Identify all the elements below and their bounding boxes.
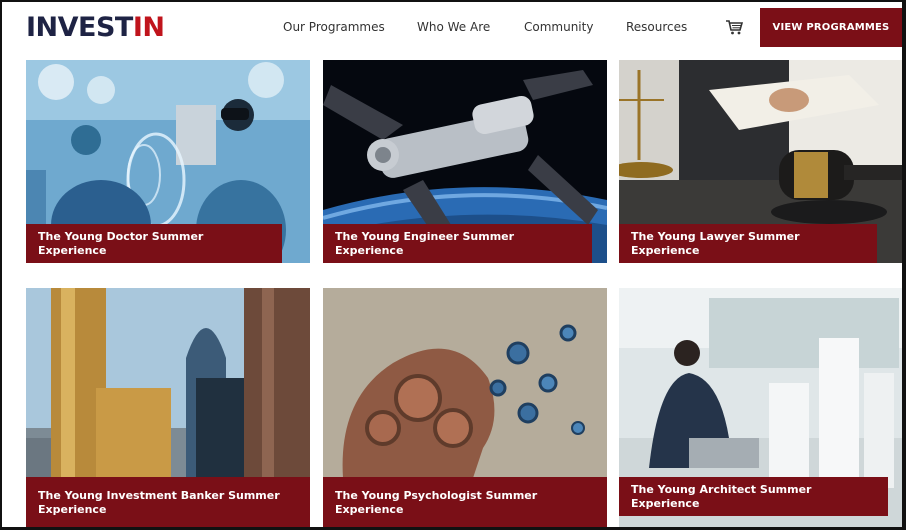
programme-title-engineer: The Young Engineer Summer Experience — [323, 224, 592, 263]
programme-card-lawyer[interactable]: The Young Lawyer Summer Experience — [619, 60, 902, 263]
logo-main-text: INVEST — [26, 12, 133, 43]
nav-resources[interactable]: Resources — [626, 20, 687, 34]
investin-logo[interactable]: INVESTIN — [26, 12, 165, 43]
programme-title-investment-banker: The Young Investment Banker Summer Exper… — [26, 477, 310, 529]
programme-card-architect[interactable]: The Young Architect Summer Experience — [619, 288, 902, 529]
nav-community[interactable]: Community — [524, 20, 593, 34]
logo-accent-text: IN — [132, 12, 165, 43]
view-programmes-button[interactable]: VIEW PROGRAMMES — [760, 8, 902, 47]
programme-title-psychologist: The Young Psychologist Summer Experience — [323, 477, 607, 529]
programme-card-investment-banker[interactable]: The Young Investment Banker Summer Exper… — [26, 288, 310, 529]
programme-card-psychologist[interactable]: The Young Psychologist Summer Experience — [323, 288, 607, 529]
cart-icon[interactable] — [725, 19, 743, 35]
programme-card-doctor[interactable]: The Young Doctor Summer Experience — [26, 60, 310, 263]
site-header: INVESTIN Our Programmes Who We Are Commu… — [0, 0, 906, 56]
programme-title-doctor: The Young Doctor Summer Experience — [26, 224, 282, 263]
programme-card-engineer[interactable]: The Young Engineer Summer Experience — [323, 60, 607, 263]
nav-our-programmes[interactable]: Our Programmes — [283, 20, 385, 34]
programme-title-lawyer: The Young Lawyer Summer Experience — [619, 224, 877, 263]
nav-who-we-are[interactable]: Who We Are — [417, 20, 490, 34]
programme-title-architect: The Young Architect Summer Experience — [619, 477, 888, 516]
